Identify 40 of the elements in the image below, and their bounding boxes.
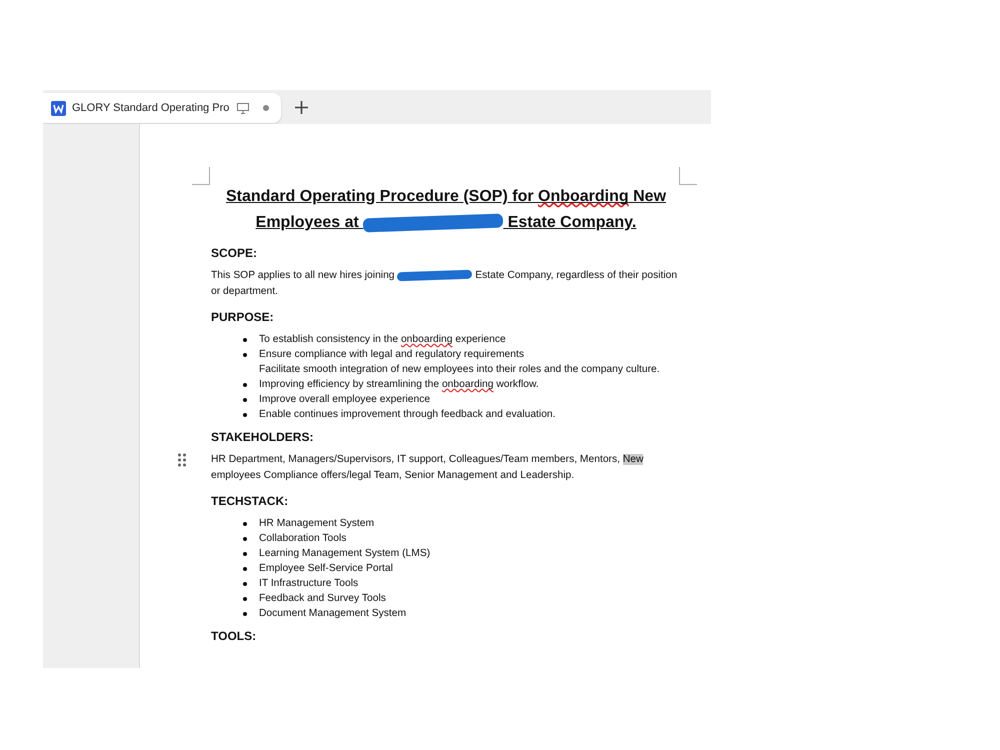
list-item: Feedback and Survey Tools: [259, 593, 386, 604]
list-item: To establish consistency in the onboarding experience: [259, 334, 506, 345]
list-item: Collaboration Tools: [259, 533, 346, 544]
list-item: Enable continues improvement through feedback and evaluation.: [259, 409, 556, 420]
section-heading: TECHSTACK:: [211, 494, 290, 508]
bullet-icon: [243, 412, 247, 416]
section-heading: TOOLS:: [211, 629, 258, 643]
list-item: Improve overall employee experience: [259, 394, 430, 405]
document-title: Standard Operating Procedure (SOP) for Onboarding New Employees at Estate Company.: [224, 187, 668, 234]
bullet-icon: [243, 382, 247, 386]
tab-title: GLORY Standard Operating Pro: [72, 102, 230, 114]
list-item: IT Infrastructure Tools: [259, 578, 358, 589]
bullet-icon: [243, 582, 247, 586]
list-item: Learning Management System (LMS): [259, 548, 430, 559]
margin-corner-mark: [679, 167, 697, 185]
bullet-icon: [243, 612, 247, 616]
section-heading: SCOPE:: [211, 246, 258, 260]
paragraph: This SOP applies to all new hires joining Estate Company, regardless of their position or department.: [211, 268, 678, 299]
bullet-icon: [243, 596, 247, 600]
bullet-icon: [243, 338, 247, 342]
margin-corner-mark: [192, 167, 210, 185]
monitor-icon: [237, 102, 250, 114]
bullet-icon: [243, 536, 247, 540]
section-heading: PURPOSE:: [211, 310, 275, 324]
list-item: Improving efficiency by streamlining the onboarding workflow.: [259, 379, 539, 390]
bullet-icon: [243, 352, 247, 356]
list-item: Employee Self-Service Portal: [259, 563, 393, 574]
bullet-icon: [243, 522, 247, 526]
bullet-icon: [243, 552, 247, 556]
bullet-icon: [243, 398, 247, 402]
word-logo-icon: [51, 100, 66, 116]
list-item: Ensure compliance with legal and regulatory requirements: [259, 349, 524, 360]
paragraph: HR Department, Managers/Supervisors, IT support, Colleagues/Team members, Mentors, New employees Compliance offers/legal Team, Senior Management and Leadership.: [211, 453, 644, 483]
list-item: HR Management System: [259, 518, 374, 529]
section-heading: STAKEHOLDERS:: [211, 430, 314, 444]
list-item: Document Management System: [259, 608, 406, 619]
document-tab[interactable]: GLORY Standard Operating Pro: [43, 93, 282, 123]
bullet-icon: [243, 566, 247, 570]
list-item: Facilitate smooth integration of new employees into their roles and the company culture.: [259, 364, 660, 375]
drag-handle-icon[interactable]: [178, 453, 186, 467]
